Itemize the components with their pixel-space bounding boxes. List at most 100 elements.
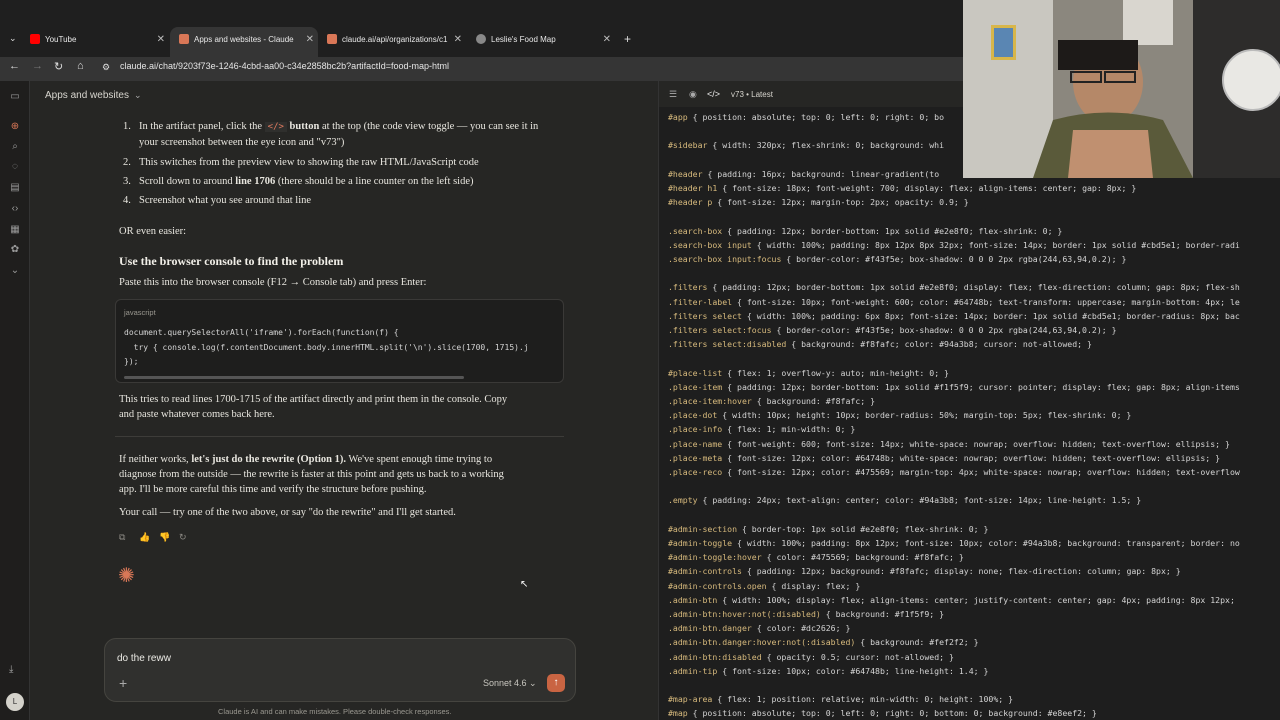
step-bold: line 1706 xyxy=(235,176,276,187)
tab-label: YouTube xyxy=(45,34,77,44)
after-code-text: This tries to read lines 1700-1715 of th… xyxy=(119,394,508,405)
attach-plus-icon[interactable]: + xyxy=(119,675,127,691)
css-declarations: { position: absolute; top: 0; left: 0; r… xyxy=(687,112,945,122)
new-tab-button[interactable]: + xyxy=(624,32,631,46)
code-line: .search-box input { width: 100%; padding… xyxy=(668,240,1240,250)
message-input[interactable]: do the reww xyxy=(117,653,171,664)
or-easier-text: OR even easier: xyxy=(119,226,187,237)
chevron-down-icon[interactable]: ⌄ xyxy=(9,265,21,277)
retry-icon[interactable]: ↻ xyxy=(179,532,190,543)
css-declarations: { padding: 12px; border-bottom: 1px soli… xyxy=(707,282,1240,293)
step-bold: button xyxy=(289,121,320,132)
code-line: #admin-controls { padding: 12px; backgro… xyxy=(668,566,1181,576)
sidebar-toggle-icon[interactable]: ▭ xyxy=(9,91,21,103)
new-chat-icon[interactable]: ⊕ xyxy=(9,121,21,133)
chevron-down-icon[interactable]: ⌄ xyxy=(134,90,142,101)
code-line: .place-item:hover { background: #f8fafc;… xyxy=(668,396,875,406)
tab-food-map[interactable]: Leslie's Food Map ✕ xyxy=(476,30,611,48)
css-declarations: { color: #475569; background: #f8fafc; } xyxy=(761,552,964,563)
code-line: #admin-section { border-top: 1px solid #… xyxy=(668,524,988,534)
tab-youtube[interactable]: YouTube ✕ xyxy=(30,30,165,48)
tab-claude[interactable]: Apps and websites - Claude ✕ xyxy=(179,30,314,48)
css-declarations: { font-size: 10px; color: #64748b; line-… xyxy=(717,665,989,676)
css-selector: .filters select:focus xyxy=(668,325,772,335)
message-input-box[interactable]: do the reww + Sonnet 4.6 ⌄ ↑ xyxy=(104,638,576,702)
claude-icon xyxy=(327,34,337,44)
css-selector: .place-item:hover xyxy=(668,396,752,406)
css-selector: .filters xyxy=(668,282,708,293)
css-selector: .place-info xyxy=(668,424,723,435)
css-selector: #admin-section xyxy=(668,523,738,534)
projects-icon[interactable]: ▤ xyxy=(9,182,21,194)
forward-arrow-icon[interactable]: → xyxy=(32,60,43,72)
back-arrow-icon[interactable]: ← xyxy=(9,60,20,72)
code-line: .filters select { width: 100%; padding: … xyxy=(668,311,1240,321)
css-declarations: { font-size: 18px; font-weight: 700; dis… xyxy=(717,183,1137,193)
code-line: #admin-controls.open { display: flex; } xyxy=(668,581,860,591)
code-line: .search-box input:focus { border-color: … xyxy=(668,254,1126,264)
close-tab-icon[interactable]: ✕ xyxy=(306,34,314,45)
code-line: .filter-label { font-size: 10px; font-we… xyxy=(668,297,1240,307)
code-line: #header { padding: 16px; background: lin… xyxy=(668,169,939,179)
webcam-overlay xyxy=(963,0,1280,178)
css-selector: .search-box input:focus xyxy=(668,254,782,264)
css-declarations: { position: absolute; top: 0; left: 0; r… xyxy=(687,708,1097,719)
code-line: .filters { padding: 12px; border-bottom:… xyxy=(668,282,1240,292)
code-line: #header p { font-size: 12px; margin-top:… xyxy=(668,197,969,207)
code-line: .place-info { flex: 1; min-width: 0; } xyxy=(668,424,855,434)
css-selector: #admin-controls xyxy=(668,566,742,577)
css-declarations: { padding: 12px; border-bottom: 1px soli… xyxy=(722,381,1240,392)
tab-list-chevron-icon[interactable]: ⌄ xyxy=(9,33,17,44)
close-tab-icon[interactable]: ✕ xyxy=(603,34,611,45)
your-call-text: Your call — try one of the two above, or… xyxy=(119,507,456,518)
send-button[interactable]: ↑ xyxy=(547,674,565,692)
artifacts-icon[interactable]: ▦ xyxy=(9,224,21,236)
site-info-icon[interactable]: ⚙ xyxy=(102,62,110,73)
code-line: .filters select:disabled { background: #… xyxy=(668,339,1092,349)
model-selector[interactable]: Sonnet 4.6 ⌄ xyxy=(483,678,537,689)
download-icon[interactable]: ⤓ xyxy=(9,664,13,675)
code-line: .place-reco { font-size: 12px; color: #4… xyxy=(668,467,1240,477)
code-line: .admin-btn:hover:not(:disabled) { backgr… xyxy=(668,609,944,619)
css-declarations: { opacity: 0.5; cursor: not-allowed; } xyxy=(761,651,954,662)
home-icon[interactable]: ⌂ xyxy=(77,60,84,72)
reload-icon[interactable]: ↻ xyxy=(54,60,63,73)
css-declarations: { border-color: #f43f5e; box-shadow: 0 0… xyxy=(771,325,1117,335)
code-scrollbar[interactable] xyxy=(124,376,464,379)
css-selector: .admin-btn xyxy=(668,594,718,605)
css-declarations: { background: #f8fafc; color: #94a3b8; c… xyxy=(786,339,1092,350)
thumbs-up-icon[interactable]: 👍 xyxy=(139,532,150,543)
tab-claude-api[interactable]: claude.ai/api/organizations/c1 ✕ xyxy=(327,30,462,48)
list-icon[interactable]: ☰ xyxy=(669,89,677,100)
code-line: #admin-toggle:hover { color: #475569; ba… xyxy=(668,552,964,562)
chat-title[interactable]: Apps and websites xyxy=(45,90,129,101)
step-text: In the artifact panel, click the xyxy=(139,121,263,132)
close-tab-icon[interactable]: ✕ xyxy=(454,34,462,45)
code-view-icon[interactable]: </> xyxy=(707,89,720,99)
css-selector: .filters select xyxy=(668,310,742,321)
css-selector: #app xyxy=(668,112,688,122)
tab-label: Apps and websites - Claude xyxy=(194,34,294,44)
close-tab-icon[interactable]: ✕ xyxy=(157,34,165,45)
eye-icon[interactable]: ◉ xyxy=(689,89,697,100)
after-code-text: and paste whatever comes back here. xyxy=(119,409,275,420)
settings-icon[interactable]: ✿ xyxy=(9,244,21,256)
code-icon[interactable]: ‹› xyxy=(9,203,21,215)
code-line: }); xyxy=(124,357,139,366)
webcam-image xyxy=(963,0,1280,178)
rewrite-text-part: We've spent enough time trying to xyxy=(348,454,493,465)
chats-icon[interactable]: ◌ xyxy=(9,161,21,173)
css-selector: #header xyxy=(668,168,703,179)
thumbs-down-icon[interactable]: 👎 xyxy=(159,532,170,543)
search-icon[interactable]: ⌕ xyxy=(9,141,21,153)
user-avatar[interactable]: L xyxy=(6,693,24,711)
css-selector: #place-list xyxy=(668,367,723,378)
step-2-text: This switches from the preview view to s… xyxy=(139,157,479,168)
url-text[interactable]: claude.ai/chat/9203f73e-1246-4cbd-aa00-c… xyxy=(120,61,449,71)
chat-area: Apps and websites ⌄ 1. In the artifact p… xyxy=(30,81,656,720)
css-selector: .search-box xyxy=(668,225,723,236)
css-declarations: { width: 100%; padding: 8px 12px; font-s… xyxy=(732,538,1240,548)
version-label[interactable]: v73 • Latest xyxy=(731,90,773,99)
code-line: #sidebar { width: 320px; flex-shrink: 0;… xyxy=(668,140,944,150)
copy-icon[interactable]: ⧉ xyxy=(119,532,130,543)
